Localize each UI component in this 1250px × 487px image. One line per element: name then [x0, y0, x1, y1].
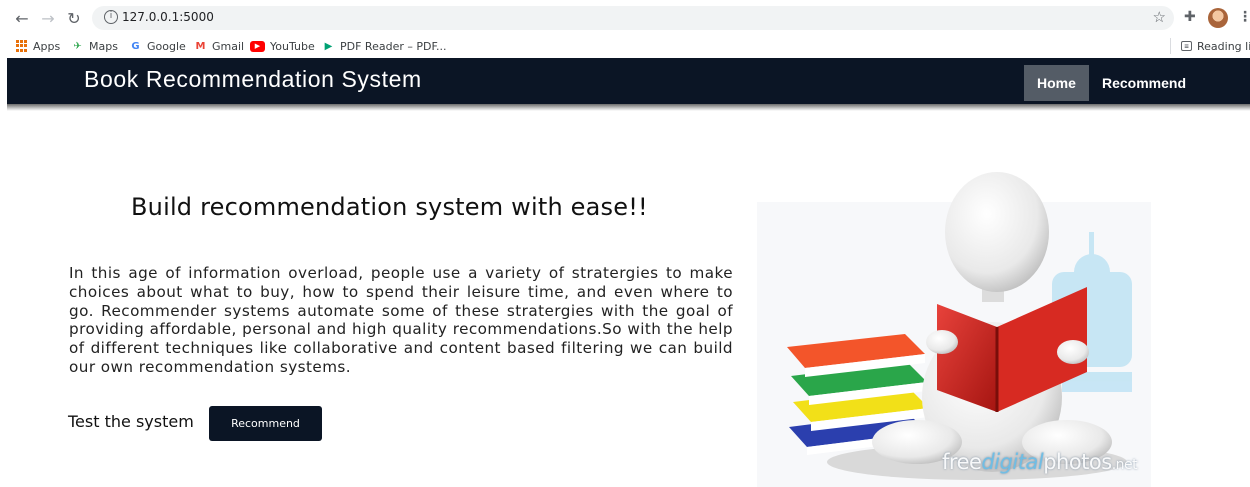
maps-pin-icon: ✈: [73, 40, 82, 52]
watermark-text: freedigitalphotos.net: [942, 450, 1138, 474]
apps-grid-icon: [16, 40, 28, 52]
reading-list-icon: ≡: [1181, 41, 1192, 51]
bookmarks-divider: [1170, 38, 1171, 54]
back-arrow-icon[interactable]: ←: [12, 8, 32, 28]
nav-home[interactable]: Home: [1024, 65, 1089, 101]
watermark-part: free: [942, 450, 982, 474]
nav-recommend[interactable]: Recommend: [1089, 65, 1199, 101]
navbar-shadow: [7, 104, 1250, 111]
address-bar[interactable]: i 127.0.0.1:5000 ☆: [92, 6, 1174, 30]
bookmark-google[interactable]: G Google: [129, 38, 186, 54]
bookmark-gmail[interactable]: M Gmail: [194, 38, 245, 54]
site-info-icon[interactable]: i: [104, 10, 118, 24]
bookmark-star-icon[interactable]: ☆: [1153, 8, 1166, 26]
bookmark-apps[interactable]: Apps: [16, 38, 60, 54]
bookmarks-bar: Apps ✈ Maps G Google M Gmail ▶ YouTube ▶…: [0, 35, 1250, 57]
profile-avatar[interactable]: [1208, 8, 1228, 28]
intro-paragraph: In this age of information overload, peo…: [69, 264, 733, 376]
bookmark-label: Google: [147, 39, 186, 53]
brand-title[interactable]: Book Recommendation System: [84, 66, 422, 93]
bookmark-label: Apps: [33, 39, 61, 53]
page-headline: Build recommendation system with ease!!: [131, 193, 648, 221]
bookmark-label: PDF Reader – PDF...: [340, 39, 447, 53]
gmail-m-icon: M: [195, 40, 206, 52]
watermark-part: .net: [1111, 457, 1138, 473]
recommend-button[interactable]: Recommend: [209, 406, 322, 441]
bookmark-pdf-reader[interactable]: ▶ PDF Reader – PDF...: [322, 38, 447, 54]
bookmark-label: Maps: [89, 39, 118, 53]
extensions-puzzle-icon[interactable]: ✚: [1184, 9, 1196, 25]
site-navbar: Book Recommendation System Home Recommen…: [7, 58, 1250, 104]
forward-arrow-icon[interactable]: →: [38, 8, 58, 28]
bookmark-label: YouTube: [270, 39, 315, 53]
browser-toolbar: ← → ↻ i 127.0.0.1:5000 ☆ ✚ ⋮: [0, 0, 1250, 35]
watermark-part: digital: [981, 450, 1044, 474]
watermark-part: photos: [1043, 450, 1112, 474]
bookmark-label: Gmail: [212, 39, 245, 53]
youtube-play-icon: ▶: [250, 40, 265, 52]
test-system-label: Test the system: [68, 412, 194, 431]
bookmark-youtube[interactable]: ▶ YouTube: [250, 38, 315, 54]
reload-icon[interactable]: ↻: [64, 8, 84, 28]
url-text[interactable]: 127.0.0.1:5000: [122, 10, 214, 24]
reading-list[interactable]: ≡ Reading list: [1181, 38, 1250, 54]
google-g-icon: G: [131, 40, 140, 52]
reading-figure-illustration: [757, 172, 1151, 487]
bookmark-maps[interactable]: ✈ Maps: [71, 38, 118, 54]
menu-kebab-icon[interactable]: ⋮: [1238, 9, 1250, 25]
reading-list-label: Reading list: [1197, 39, 1250, 53]
play-store-icon: ▶: [324, 40, 333, 52]
